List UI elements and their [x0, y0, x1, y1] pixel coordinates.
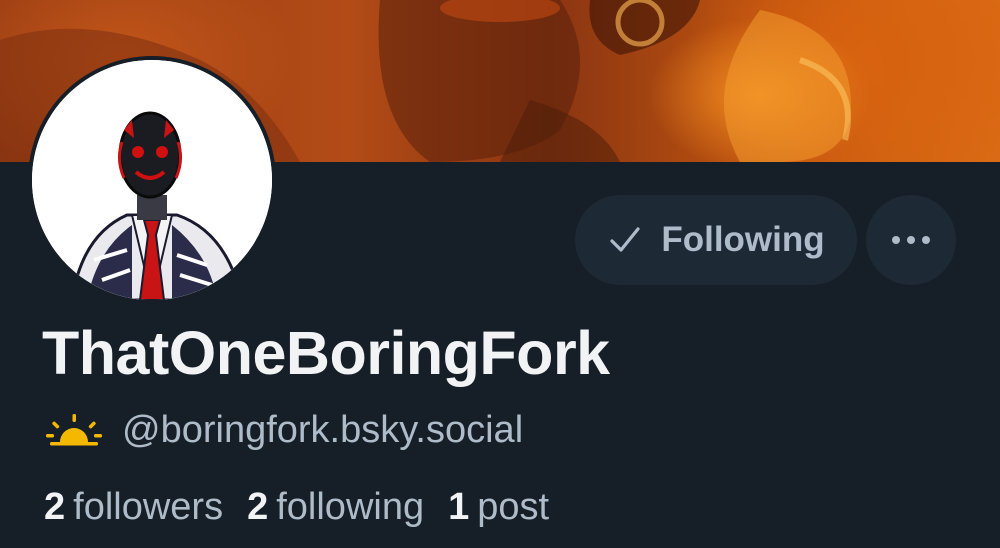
profile-handle[interactable]: @boringfork.bsky.social — [122, 409, 523, 452]
avatar[interactable] — [28, 56, 276, 304]
posts-stat[interactable]: 1 post — [448, 486, 549, 529]
posts-count: 1 — [448, 485, 470, 528]
checkmark-icon — [610, 227, 640, 252]
followers-count: 2 — [44, 485, 66, 528]
avatar-image — [32, 60, 272, 300]
followers-stat[interactable]: 2 followers — [44, 486, 223, 529]
more-options-button[interactable] — [866, 195, 956, 285]
following-button-label: Following — [661, 220, 825, 259]
sunrise-icon — [46, 414, 102, 446]
ellipsis-icon — [892, 236, 900, 244]
following-button[interactable]: Following — [575, 195, 857, 285]
following-count: 2 — [247, 485, 269, 528]
handle-row: @boringfork.bsky.social — [46, 405, 523, 455]
followers-label: followers — [73, 485, 224, 528]
posts-label: post — [477, 485, 550, 528]
profile-stats: 2 followers 2 following 1 post — [44, 482, 573, 532]
display-name: ThatOneBoringFork — [42, 319, 610, 387]
following-stat[interactable]: 2 following — [247, 486, 424, 529]
following-label: following — [276, 485, 425, 528]
